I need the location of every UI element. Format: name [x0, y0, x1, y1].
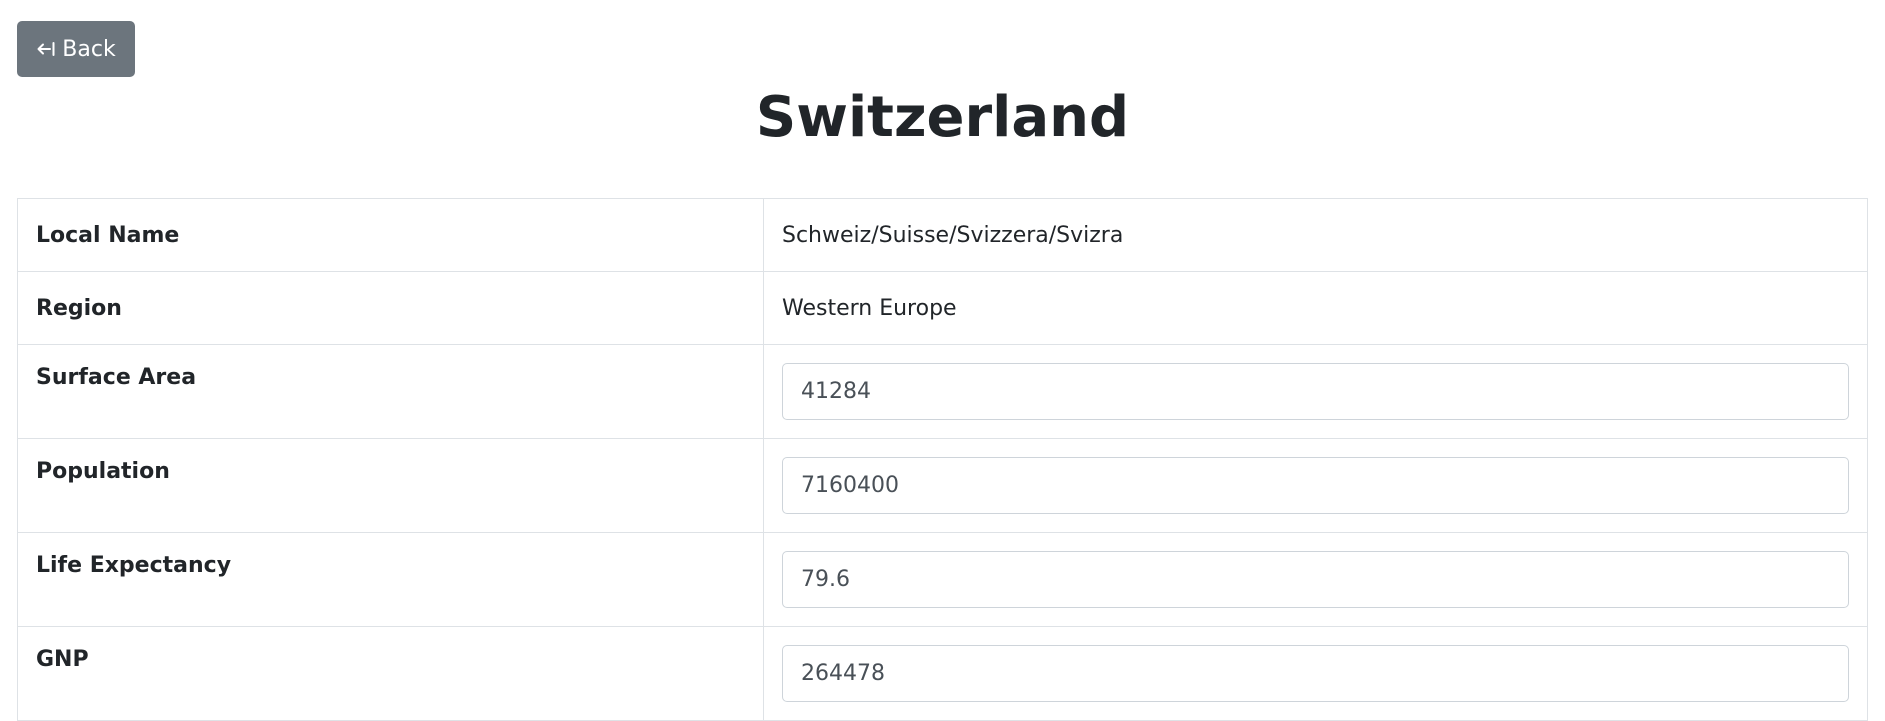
population-input[interactable] — [782, 457, 1849, 514]
back-button-label: Back — [62, 36, 116, 62]
country-details-table: Local Name Schweiz/Suisse/Svizzera/Svizr… — [17, 198, 1868, 721]
population-cell — [763, 438, 1868, 533]
region-label: Region — [17, 271, 764, 345]
gnp-cell — [763, 626, 1868, 721]
page-title: Switzerland — [755, 85, 1130, 150]
table-row-region: Region Western Europe — [17, 271, 1868, 345]
table-row-surface-area: Surface Area — [17, 344, 1868, 439]
region-value: Western Europe — [763, 271, 1868, 345]
arrow-left-bar-icon — [36, 40, 56, 58]
gnp-input[interactable] — [782, 645, 1849, 702]
table-row-population: Population — [17, 438, 1868, 533]
table-row-gnp: GNP — [17, 626, 1868, 721]
surface-area-input[interactable] — [782, 363, 1849, 420]
table-row-local-name: Local Name Schweiz/Suisse/Svizzera/Svizr… — [17, 198, 1868, 272]
population-label: Population — [17, 438, 764, 533]
life-expectancy-cell — [763, 532, 1868, 627]
surface-area-label: Surface Area — [17, 344, 764, 439]
table-row-life-expectancy: Life Expectancy — [17, 532, 1868, 627]
back-button[interactable]: Back — [17, 21, 135, 77]
local-name-value: Schweiz/Suisse/Svizzera/Svizra — [763, 198, 1868, 272]
gnp-label: GNP — [17, 626, 764, 721]
life-expectancy-label: Life Expectancy — [17, 532, 764, 627]
surface-area-cell — [763, 344, 1868, 439]
life-expectancy-input[interactable] — [782, 551, 1849, 608]
local-name-label: Local Name — [17, 198, 764, 272]
